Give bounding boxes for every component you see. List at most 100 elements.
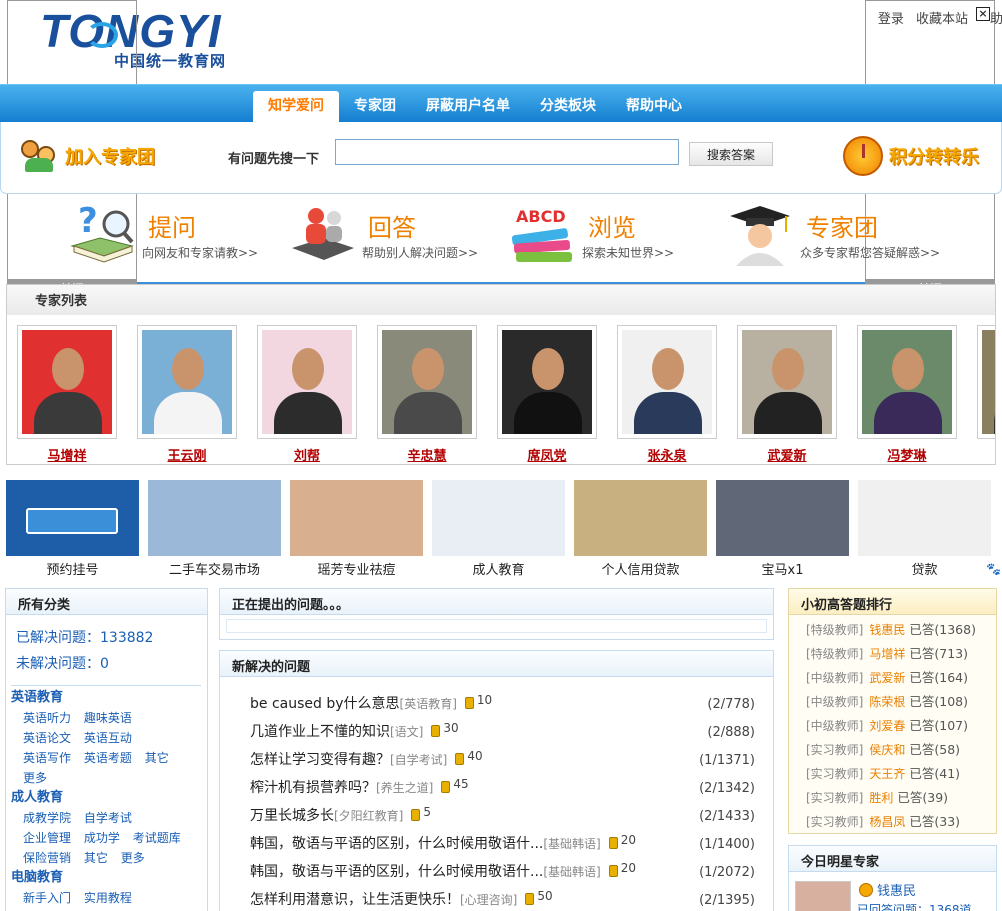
category-link[interactable]: 成教学院 <box>23 811 71 825</box>
category-link[interactable]: 趣味英语 <box>84 711 132 725</box>
question-link[interactable]: be caused by什么意思 <box>250 696 400 712</box>
teacher-name[interactable]: 马增祥 <box>869 647 905 661</box>
category-link[interactable]: 英语听力 <box>23 711 71 725</box>
star-expert-photo[interactable] <box>795 881 851 911</box>
search-answer-button[interactable]: 搜索答案 <box>689 142 773 166</box>
expert-name[interactable]: 张永泉 <box>617 445 717 464</box>
expert-photo[interactable] <box>737 325 837 439</box>
category-link[interactable]: 更多 <box>23 771 47 785</box>
expert-photo[interactable] <box>857 325 957 439</box>
question-link[interactable]: 榨汁机有损营养吗？ <box>250 780 376 796</box>
expert-card-partial[interactable] <box>977 325 995 439</box>
expert-card[interactable]: 辛忠慧 <box>377 325 477 464</box>
expert-name[interactable]: 席凤党 <box>497 445 597 464</box>
category-link[interactable]: 英语互动 <box>84 731 132 745</box>
question-link[interactable]: 韩国，敬语与平语的区别，什么时候用敬语什... <box>250 864 543 880</box>
expert-name[interactable]: 王云刚 <box>137 445 237 464</box>
teacher-name[interactable]: 天王齐 <box>869 767 905 781</box>
question-category[interactable]: [夕阳红教育] <box>334 809 403 823</box>
expert-card[interactable]: 武爱新 <box>737 325 837 464</box>
category-link[interactable]: 企业管理 <box>23 831 71 845</box>
category-link[interactable]: 新手入门 <box>23 891 71 905</box>
ad-label[interactable]: 二手车交易市场 <box>148 559 281 578</box>
category-link[interactable]: 自学考试 <box>84 811 132 825</box>
help-link-fragment[interactable]: 助 <box>990 8 1002 27</box>
expert-name[interactable]: 武爱新 <box>737 445 837 464</box>
question-link[interactable]: 怎样利用潜意识，让生活更快乐！ <box>250 892 460 908</box>
expert-photo[interactable] <box>257 325 357 439</box>
category-group-title[interactable]: 英语教育 <box>11 688 207 708</box>
teacher-name[interactable]: 武爱新 <box>869 671 905 685</box>
expert-card[interactable]: 马增祥 <box>17 325 117 464</box>
ad-label[interactable]: 预约挂号 <box>6 559 139 578</box>
category-link[interactable]: 英语考题 <box>84 751 132 765</box>
close-icon[interactable]: × <box>976 7 990 21</box>
question-link[interactable]: 几道作业上不懂的知识 <box>250 724 390 740</box>
ad-item[interactable]: 二手车交易市场 <box>148 480 281 578</box>
expert-photo[interactable] <box>497 325 597 439</box>
ad-item[interactable]: 瑶芳专业祛痘 <box>290 480 423 578</box>
expert-photo[interactable] <box>137 325 237 439</box>
ad-label[interactable]: 瑶芳专业祛痘 <box>290 559 423 578</box>
ad-item[interactable]: 成人教育 <box>432 480 565 578</box>
question-category[interactable]: [基础韩语] <box>543 837 600 851</box>
teacher-name[interactable]: 陈荣根 <box>869 695 905 709</box>
expert-photo[interactable] <box>617 325 717 439</box>
expert-card[interactable]: 席凤党 <box>497 325 597 464</box>
teacher-name[interactable]: 刘爱春 <box>869 719 905 733</box>
ad-item[interactable]: 预约挂号 <box>6 480 139 578</box>
expert-name[interactable]: 冯梦琳 <box>857 445 957 464</box>
question-category[interactable]: [英语教育] <box>400 697 457 711</box>
tab-blocked-users[interactable]: 屏蔽用户名单 <box>411 91 525 123</box>
star-expert-name[interactable]: 钱惠民 <box>859 880 916 899</box>
category-group-title[interactable]: 成人教育 <box>11 788 207 808</box>
question-category[interactable]: [语文] <box>390 725 423 739</box>
points-wheel-button[interactable]: 积分转转乐 <box>843 136 979 176</box>
question-category[interactable]: [心理咨询] <box>460 893 517 907</box>
question-category[interactable]: [自学考试] <box>390 753 447 767</box>
ad-image[interactable] <box>858 480 991 556</box>
teacher-name[interactable]: 杨昌凤 <box>869 815 905 829</box>
teacher-name[interactable]: 钱惠民 <box>869 623 905 637</box>
ad-image[interactable] <box>290 480 423 556</box>
expert-name[interactable]: 马增祥 <box>17 445 117 464</box>
tab-help-center[interactable]: 帮助中心 <box>611 91 697 123</box>
ad-image[interactable] <box>574 480 707 556</box>
question-link[interactable]: 万里长城多长 <box>250 808 334 824</box>
category-link[interactable]: 其它 <box>145 751 169 765</box>
ad-image[interactable] <box>6 480 139 556</box>
expert-name[interactable]: 辛忠慧 <box>377 445 477 464</box>
ad-item[interactable]: 贷款 <box>858 480 991 578</box>
question-category[interactable]: [基础韩语] <box>543 865 600 879</box>
solved-count[interactable]: 已解决问题：133882 <box>16 625 207 651</box>
ad-label[interactable]: 个人信用贷款 <box>574 559 707 578</box>
search-input[interactable] <box>335 139 679 165</box>
ad-label[interactable]: 成人教育 <box>432 559 565 578</box>
question-link[interactable]: 怎样让学习变得有趣？ <box>250 752 390 768</box>
expert-card[interactable]: 王云刚 <box>137 325 237 464</box>
expert-photo[interactable] <box>377 325 477 439</box>
teacher-name[interactable]: 侯庆和 <box>869 743 905 757</box>
question-category[interactable]: [养生之道] <box>376 781 433 795</box>
category-link[interactable]: 其它 <box>84 851 108 865</box>
category-link[interactable]: 英语论文 <box>23 731 71 745</box>
tab-expert-team[interactable]: 专家团 <box>339 91 411 123</box>
expert-card[interactable]: 刘帮 <box>257 325 357 464</box>
ad-label[interactable]: 宝马x1 <box>716 559 849 578</box>
expert-card[interactable]: 张永泉 <box>617 325 717 464</box>
ad-image[interactable] <box>148 480 281 556</box>
question-link[interactable]: 韩国，敬语与平语的区别，什么时候用敬语什... <box>250 836 543 852</box>
ad-item[interactable]: 个人信用贷款 <box>574 480 707 578</box>
category-group-title[interactable]: 电脑教育 <box>11 868 207 888</box>
tab-zhixue-aiwen[interactable]: 知学爱问 <box>253 91 339 123</box>
ad-label[interactable]: 贷款 <box>858 559 991 578</box>
expert-photo[interactable] <box>17 325 117 439</box>
category-link[interactable]: 更多 <box>121 851 145 865</box>
category-link[interactable]: 实用教程 <box>84 891 132 905</box>
ad-image[interactable] <box>716 480 849 556</box>
join-expert-team-button[interactable]: 加入专家团 <box>19 136 155 176</box>
category-link[interactable]: 英语写作 <box>23 751 71 765</box>
ad-image[interactable] <box>432 480 565 556</box>
expert-card[interactable]: 冯梦琳 <box>857 325 957 464</box>
category-link[interactable]: 保险营销 <box>23 851 71 865</box>
